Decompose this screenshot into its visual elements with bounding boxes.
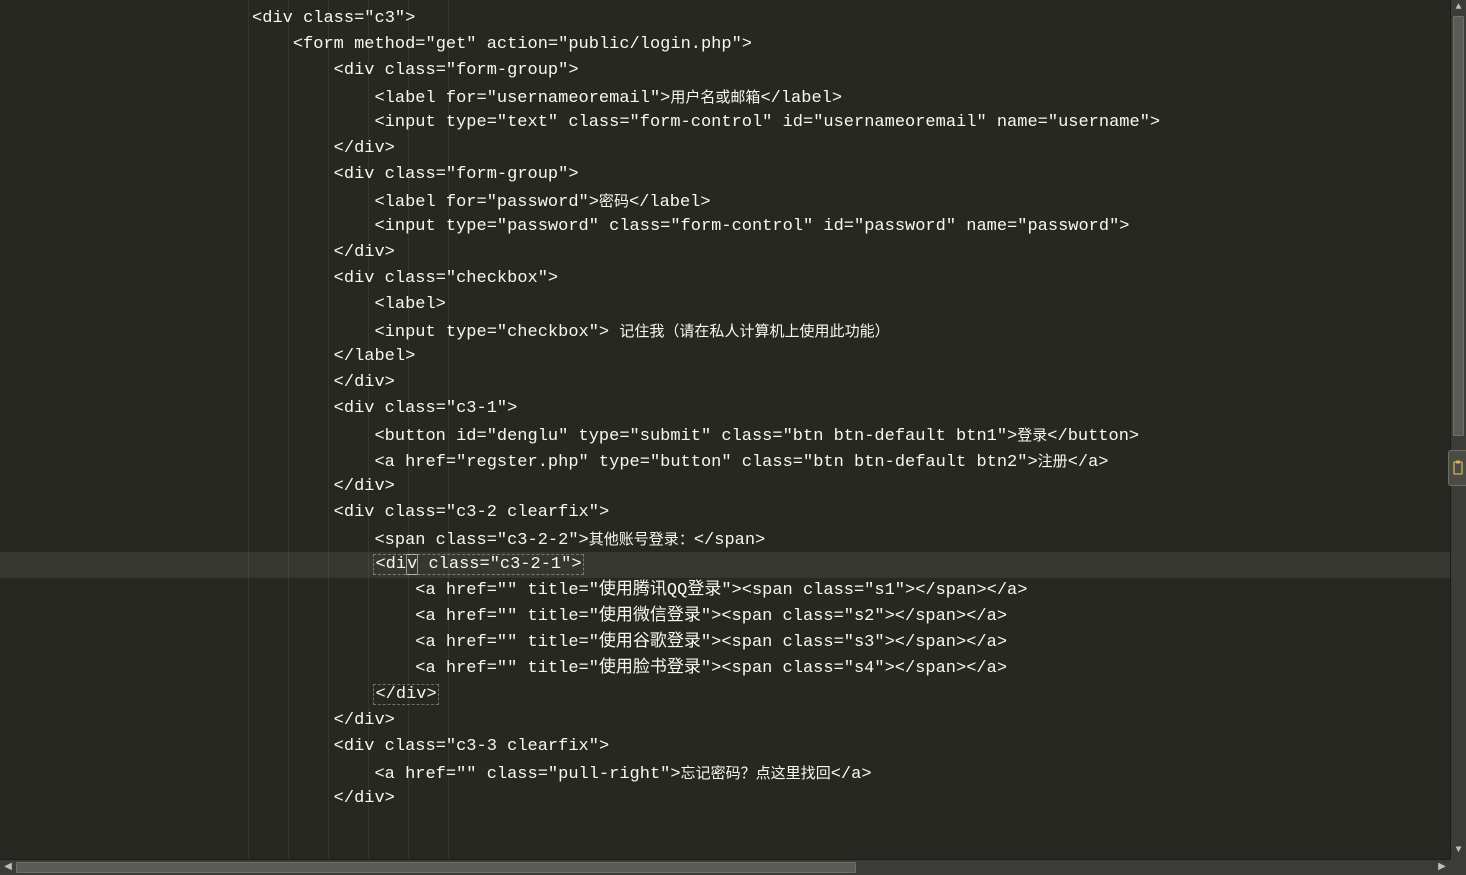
horizontal-scrollbar[interactable]: ◀ ▶ — [0, 859, 1450, 875]
code-line[interactable]: <div class="c3-2 clearfix"> — [0, 500, 1450, 526]
scroll-up-button[interactable]: ▲ — [1451, 0, 1466, 16]
scroll-left-button[interactable]: ◀ — [0, 860, 16, 875]
code-line[interactable]: <form method="get" action="public/login.… — [0, 32, 1450, 58]
code-editor[interactable]: <div class="c3"> <form method="get" acti… — [0, 0, 1450, 859]
code-line[interactable]: <button id="denglu" type="submit" class=… — [0, 422, 1450, 448]
code-line[interactable]: <div class="form-group"> — [0, 162, 1450, 188]
code-line[interactable]: </div> — [0, 370, 1450, 396]
code-line[interactable]: </div> — [0, 786, 1450, 812]
code-line[interactable]: <a href="" class="pull-right">忘记密码？点这里找回… — [0, 760, 1450, 786]
code-line[interactable]: <a href="" title="使用腾讯QQ登录"><span class=… — [0, 578, 1450, 604]
scrollbar-corner — [1450, 859, 1466, 875]
side-panel-toggle[interactable] — [1448, 450, 1466, 486]
code-line[interactable]: <a href="" title="使用谷歌登录"><span class="s… — [0, 630, 1450, 656]
code-line[interactable]: <div class="c3-3 clearfix"> — [0, 734, 1450, 760]
clipboard-icon — [1452, 460, 1464, 476]
code-line[interactable]: </div> — [0, 682, 1450, 708]
code-line[interactable]: <div class="c3-2-1"> — [0, 552, 1450, 578]
code-line[interactable]: <div class="c3"> — [0, 6, 1450, 32]
code-line[interactable]: <a href="" title="使用微信登录"><span class="s… — [0, 604, 1450, 630]
code-line[interactable]: </label> — [0, 344, 1450, 370]
code-line[interactable]: <span class="c3-2-2">其他账号登录：</span> — [0, 526, 1450, 552]
code-line[interactable]: <label for="password">密码</label> — [0, 188, 1450, 214]
horizontal-scroll-thumb[interactable] — [16, 862, 856, 873]
code-line[interactable]: <div class="form-group"> — [0, 58, 1450, 84]
vertical-scrollbar[interactable]: ▲ ▼ — [1450, 0, 1466, 859]
code-line[interactable]: <a href="regster.php" type="button" clas… — [0, 448, 1450, 474]
code-line[interactable]: </div> — [0, 240, 1450, 266]
code-line[interactable]: <input type="checkbox"> 记住我（请在私人计算机上使用此功… — [0, 318, 1450, 344]
code-line[interactable]: </div> — [0, 474, 1450, 500]
code-line[interactable]: </div> — [0, 708, 1450, 734]
vertical-scroll-thumb[interactable] — [1453, 16, 1464, 436]
scroll-down-button[interactable]: ▼ — [1451, 843, 1466, 859]
code-area[interactable]: <div class="c3"> <form method="get" acti… — [0, 0, 1450, 859]
code-line[interactable]: <label for="usernameoremail">用户名或邮箱</lab… — [0, 84, 1450, 110]
code-line[interactable]: <div class="checkbox"> — [0, 266, 1450, 292]
code-line[interactable]: <input type="text" class="form-control" … — [0, 110, 1450, 136]
code-line[interactable]: <div class="c3-1"> — [0, 396, 1450, 422]
scroll-right-button[interactable]: ▶ — [1434, 860, 1450, 875]
code-line[interactable]: <label> — [0, 292, 1450, 318]
code-line[interactable]: <a href="" title="使用脸书登录"><span class="s… — [0, 656, 1450, 682]
code-line[interactable]: <input type="password" class="form-contr… — [0, 214, 1450, 240]
code-line[interactable]: </div> — [0, 136, 1450, 162]
